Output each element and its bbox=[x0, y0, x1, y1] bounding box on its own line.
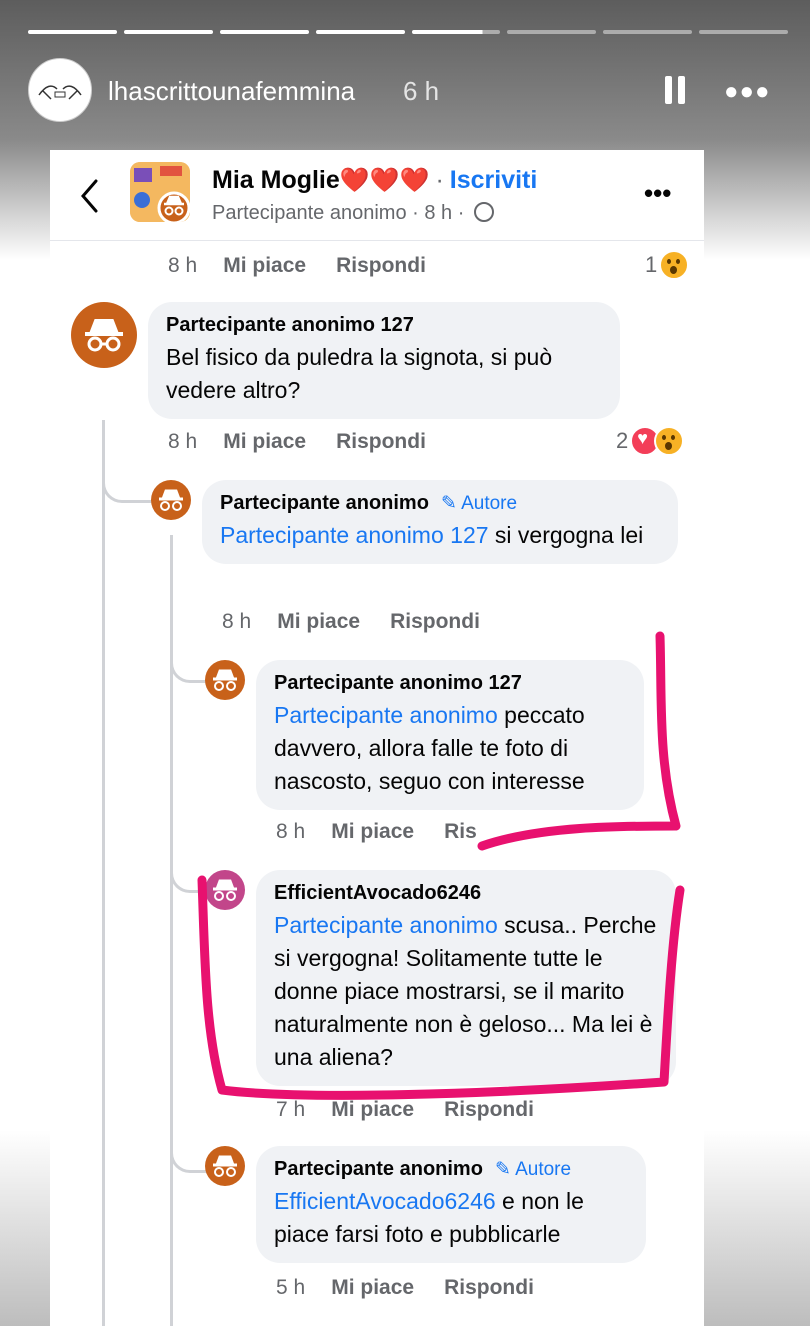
hearts-emoji: ❤️❤️❤️ bbox=[339, 167, 430, 194]
reply-button[interactable]: Rispondi bbox=[444, 1098, 534, 1121]
comment-bubble: Partecipante anonimo ✎ Autore EfficientAv… bbox=[256, 1146, 646, 1263]
comment-time[interactable]: 8 h bbox=[276, 820, 305, 843]
avatar[interactable] bbox=[151, 480, 191, 520]
progress-segment bbox=[507, 30, 597, 34]
avatar[interactable] bbox=[205, 1146, 245, 1186]
progress-segment bbox=[603, 30, 693, 34]
thread-connector bbox=[170, 830, 209, 893]
thread-connector bbox=[170, 1115, 209, 1173]
reply-button[interactable]: Rispondi bbox=[336, 430, 426, 453]
post-author[interactable]: Partecipante anonimo bbox=[212, 202, 407, 224]
comment-time[interactable]: 8 h bbox=[222, 610, 251, 633]
comment-time[interactable]: 5 h bbox=[276, 1276, 305, 1299]
like-button[interactable]: Mi piace bbox=[331, 1098, 414, 1121]
like-button[interactable]: Mi piace bbox=[331, 820, 414, 843]
comment-actions: 7 h Mi piace Rispondi bbox=[276, 1098, 564, 1122]
comment-bubble: EfficientAvocado6246 Partecipante anonim… bbox=[256, 870, 676, 1086]
comment-author[interactable]: Partecipante anonimo bbox=[274, 1158, 483, 1180]
comment-bubble: Partecipante anonimo ✎ Autore Partecipant… bbox=[202, 480, 678, 564]
comment-time[interactable]: 8 h bbox=[168, 430, 197, 453]
avatar[interactable] bbox=[205, 870, 245, 910]
avatar[interactable] bbox=[71, 302, 137, 368]
comment-author[interactable]: Partecipante anonimo 127 bbox=[274, 672, 626, 695]
screenshot-panel: Mia Moglie❤️❤️❤️ · Iscriviti Partecipante … bbox=[50, 150, 704, 1326]
story-frame: lhascrittounafemmina 6 h ●●● Mia Moglie❤… bbox=[0, 0, 810, 1326]
comment-author[interactable]: Partecipante anonimo 127 bbox=[166, 314, 602, 337]
comment-text: Partecipante anonimo scusa.. Perche si v… bbox=[274, 909, 658, 1074]
comment-actions: 8 h Mi piace Rispondi bbox=[168, 430, 456, 454]
comment-actions: 8 h Mi piace Ris bbox=[276, 820, 507, 844]
comment-text: Partecipante anonimo peccato davvero, al… bbox=[274, 699, 626, 798]
progress-segment bbox=[699, 30, 788, 34]
more-icon[interactable]: ●●● bbox=[724, 78, 771, 106]
progress-segment bbox=[123, 30, 213, 34]
comment-actions: 5 h Mi piace Rispondi bbox=[276, 1276, 564, 1300]
comment-body: si vergogna lei bbox=[488, 522, 644, 548]
author-badge: ✎ Autore bbox=[440, 493, 518, 514]
separator-dot: · bbox=[435, 166, 444, 194]
reply-button[interactable]: Rispondi bbox=[336, 254, 426, 277]
avatar[interactable] bbox=[205, 660, 245, 700]
like-button[interactable]: Mi piace bbox=[277, 610, 360, 633]
reaction-summary[interactable]: 1 bbox=[645, 250, 690, 280]
story-avatar[interactable] bbox=[28, 58, 92, 122]
globe-icon bbox=[473, 202, 494, 222]
reply-button[interactable]: Rispondi bbox=[444, 1276, 534, 1299]
comment-author[interactable]: EfficientAvocado6246 bbox=[274, 882, 658, 905]
comment-actions: 8 h Mi piace Rispondi bbox=[168, 254, 456, 278]
thread-connector bbox=[170, 620, 209, 683]
reaction-count: 1 bbox=[645, 252, 658, 277]
reply-button-partial[interactable]: Ris bbox=[444, 820, 477, 843]
mention-link[interactable]: EfficientAvocado6246 bbox=[274, 1188, 496, 1214]
join-button[interactable]: Iscriviti bbox=[450, 166, 538, 194]
like-button[interactable]: Mi piace bbox=[223, 430, 306, 453]
group-thumbnail[interactable] bbox=[130, 162, 190, 222]
comment-bubble: Partecipante anonimo 127 Bel fisico da p… bbox=[148, 302, 620, 419]
pause-icon[interactable] bbox=[665, 76, 685, 104]
comment-actions: 8 h Mi piace Rispondi bbox=[222, 610, 510, 634]
author-badge-label: Autore bbox=[461, 493, 518, 514]
thread-connector bbox=[102, 450, 153, 503]
comment-text: EfficientAvocado6246 e non le piace fars… bbox=[274, 1185, 628, 1251]
progress-segment-current bbox=[411, 30, 501, 34]
author-badge-label: Autore bbox=[515, 1159, 572, 1180]
mention-link[interactable]: Partecipante anonimo bbox=[274, 912, 498, 938]
wow-reaction-icon bbox=[654, 426, 685, 456]
story-time: 6 h bbox=[403, 76, 440, 106]
mention-link[interactable]: Partecipante anonimo 127 bbox=[220, 522, 489, 548]
wow-reaction-icon bbox=[659, 250, 690, 280]
post-subtitle: Partecipante anonimo · 8 h · bbox=[212, 202, 494, 225]
progress-segment bbox=[28, 30, 117, 34]
separator-dot: · bbox=[457, 202, 465, 224]
reply-button[interactable]: Rispondi bbox=[390, 610, 480, 633]
group-name[interactable]: Mia Moglie bbox=[212, 166, 340, 194]
post-time[interactable]: 8 h bbox=[424, 202, 452, 224]
story-header: lhascrittounafemmina 6 h ●●● bbox=[28, 58, 788, 124]
comment-time[interactable]: 8 h bbox=[168, 254, 197, 277]
comment-text: Bel fisico da puledra la signota, si può… bbox=[166, 344, 553, 403]
story-username[interactable]: lhascrittounafemmina bbox=[108, 76, 355, 107]
thread-line bbox=[102, 420, 105, 1326]
like-button[interactable]: Mi piace bbox=[223, 254, 306, 277]
group-title[interactable]: Mia Moglie❤️❤️❤️ · Iscriviti bbox=[212, 166, 537, 195]
reaction-summary[interactable]: 2 bbox=[616, 426, 685, 456]
author-badge: ✎ Autore bbox=[494, 1159, 572, 1180]
like-button[interactable]: Mi piace bbox=[331, 1276, 414, 1299]
separator-dot: · bbox=[412, 202, 419, 224]
comment-bubble: Partecipante anonimo 127 Partecipante an… bbox=[256, 660, 644, 810]
reaction-count: 2 bbox=[616, 428, 629, 453]
progress-segment bbox=[219, 30, 309, 34]
mention-link[interactable]: Partecipante anonimo bbox=[274, 702, 498, 728]
back-arrow-icon[interactable] bbox=[78, 178, 102, 214]
story-progress bbox=[28, 30, 788, 35]
comment-author[interactable]: Partecipante anonimo bbox=[220, 492, 429, 514]
comment-text: Partecipante anonimo 127 si vergogna lei bbox=[220, 519, 660, 552]
comment-time[interactable]: 7 h bbox=[276, 1098, 305, 1121]
progress-segment bbox=[315, 30, 405, 34]
post-header: Mia Moglie❤️❤️❤️ · Iscriviti Partecipante … bbox=[50, 150, 704, 241]
more-options-icon[interactable]: ••• bbox=[644, 178, 671, 209]
